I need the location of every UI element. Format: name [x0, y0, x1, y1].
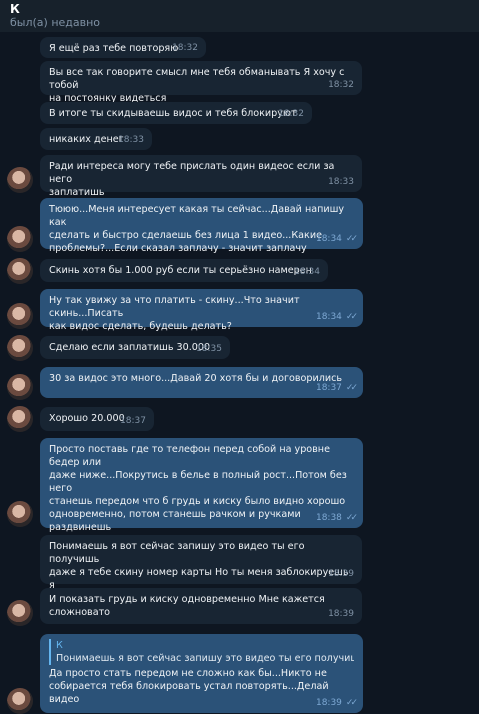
message-text: Тююю...Меня интересует какая ты сейчас..… [49, 204, 345, 254]
contact-status: был(а) недавно [10, 16, 101, 29]
contact-avatar[interactable] [7, 335, 33, 361]
message-time: 18:39 [315, 698, 342, 708]
message-time: 18:34 [315, 234, 342, 244]
contact-name: К [10, 2, 20, 16]
message-bubble-incoming[interactable]: Сделаю если заплатишь 30.000 18:35 [40, 336, 230, 359]
message-text: Скинь хотя бы 1.000 руб если ты серьёзно… [49, 265, 312, 276]
message-text: Ради интереса могу тебе прислать один ви… [49, 161, 335, 198]
message-time-status: 18:37 ✓✓ [315, 382, 358, 395]
message-text: Сделаю если заплатишь 30.000 [49, 342, 211, 353]
message-text: Я ещё раз тебе повторяю [49, 43, 179, 54]
contact-avatar[interactable] [7, 406, 33, 432]
message-text: И показать грудь и киску одновременно Мн… [49, 594, 325, 618]
message-text: 30 за видос это много...Давай 20 хотя бы… [49, 373, 343, 384]
message-time: 18:32 [172, 43, 198, 53]
message-text: никаких денег [49, 134, 124, 145]
chat-header[interactable]: К был(а) недавно [0, 0, 479, 32]
message-bubble-incoming[interactable]: никаких денег 18:33 [40, 128, 152, 150]
double-check-icon: ✓✓ [345, 312, 358, 322]
message-time: 18:34 [294, 267, 320, 277]
message-bubble-incoming[interactable]: Скинь хотя бы 1.000 руб если ты серьёзно… [40, 259, 328, 282]
message-time: 18:39 [328, 609, 354, 619]
message-time: 18:33 [118, 135, 144, 145]
message-text: Ну так увижу за что платить - скину...Чт… [49, 295, 300, 332]
message-time: 18:37 [315, 383, 342, 393]
message-time: 18:32 [278, 109, 304, 119]
user-avatar[interactable] [7, 303, 33, 329]
message-bubble-incoming[interactable]: В итоге ты скидываешь видос и тебя блоки… [40, 102, 312, 124]
message-time-status: 18:38 ✓✓ [315, 512, 358, 525]
message-time-status: 18:34 ✓✓ [315, 311, 358, 324]
reply-quote[interactable]: К Понимаешь я вот сейчас запишу это виде… [49, 639, 354, 665]
user-avatar[interactable] [7, 226, 33, 252]
user-avatar[interactable] [7, 374, 33, 400]
message-bubble-incoming[interactable]: Я ещё раз тебе повторяю 18:32 [40, 37, 206, 58]
message-time: 18:39 [328, 569, 354, 579]
message-text: Хорошо 20.000 [49, 413, 125, 424]
message-bubble-incoming[interactable]: Хорошо 20.000 18:37 [40, 407, 154, 431]
contact-avatar[interactable] [7, 258, 33, 284]
reply-quote-text: Понимаешь я вот сейчас запишу это видео … [56, 653, 354, 664]
message-bubble-incoming[interactable]: Понимаешь я вот сейчас запишу это видео … [40, 535, 362, 604]
user-avatar[interactable] [7, 688, 33, 714]
message-bubble-incoming[interactable]: Вы все так говорите смысл мне тебя обман… [40, 61, 362, 104]
message-bubble-outgoing[interactable]: Ну так увижу за что платить - скину...Чт… [40, 289, 363, 332]
message-bubble-incoming[interactable]: И показать грудь и киску одновременно Мн… [40, 588, 362, 624]
message-bubble-incoming[interactable]: Ради интереса могу тебе прислать один ви… [40, 155, 362, 198]
message-time: 18:34 [315, 312, 342, 322]
double-check-icon: ✓✓ [345, 513, 358, 523]
message-time: 18:37 [120, 416, 146, 426]
message-bubble-outgoing-reply[interactable]: К Понимаешь я вот сейчас запишу это виде… [40, 634, 363, 713]
double-check-icon: ✓✓ [345, 698, 358, 708]
message-time-status: 18:34 ✓✓ [315, 233, 358, 246]
message-bubble-outgoing[interactable]: Тююю...Меня интересует какая ты сейчас..… [40, 198, 363, 254]
message-time: 18:35 [196, 344, 222, 354]
message-text: В итоге ты скидываешь видос и тебя блоки… [49, 108, 297, 119]
contact-avatar[interactable] [7, 167, 33, 193]
message-time: 18:33 [328, 177, 354, 187]
message-time-status: 18:39 ✓✓ [315, 697, 358, 710]
message-bubble-outgoing[interactable]: Просто поставь где то телефон перед собо… [40, 438, 363, 559]
message-time: 18:38 [315, 513, 342, 523]
message-text: Да просто стать передом не сложно как бы… [49, 668, 329, 705]
message-time: 18:32 [328, 80, 354, 90]
message-bubble-outgoing[interactable]: 30 за видос это много...Давай 20 хотя бы… [40, 367, 363, 398]
message-text: Вы все так говорите смысл мне тебя обман… [49, 67, 345, 104]
double-check-icon: ✓✓ [345, 383, 358, 393]
contact-avatar[interactable] [7, 600, 33, 626]
reply-quote-author: К [56, 640, 63, 651]
double-check-icon: ✓✓ [345, 234, 358, 244]
user-avatar[interactable] [7, 501, 33, 527]
